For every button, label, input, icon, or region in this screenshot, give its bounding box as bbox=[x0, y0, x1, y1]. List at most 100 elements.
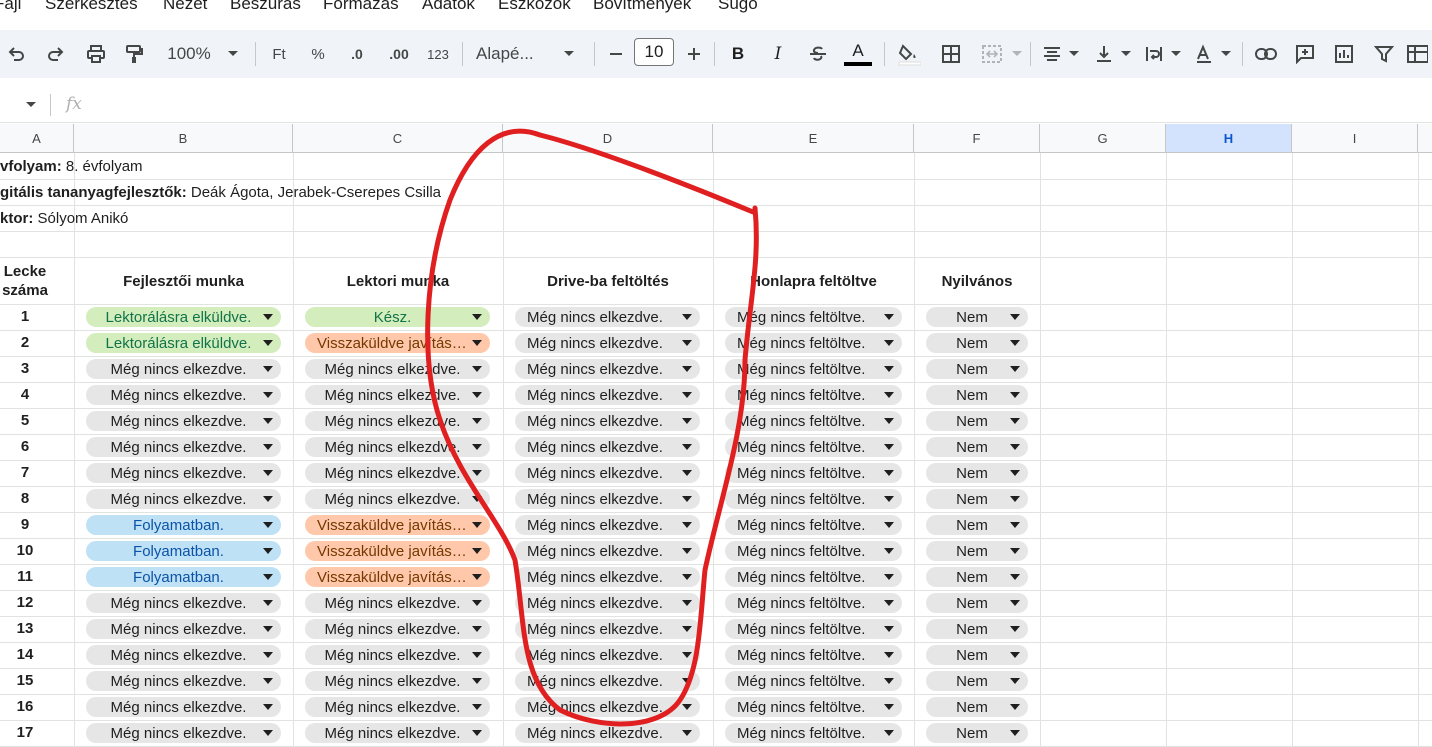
insert-comment-icon[interactable] bbox=[1292, 30, 1318, 78]
currency-format-button[interactable]: Ft bbox=[266, 30, 292, 78]
drive-upload-dropdown-chip[interactable]: Még nincs elkezdve. bbox=[515, 307, 700, 327]
homepage-upload-dropdown-chip[interactable]: Még nincs feltöltve. bbox=[725, 411, 902, 431]
decrease-decimal-button[interactable]: .0 bbox=[342, 30, 372, 78]
homepage-upload-dropdown-chip[interactable]: Még nincs feltöltve. bbox=[725, 671, 902, 691]
homepage-upload-dropdown-chip[interactable]: Még nincs feltöltve. bbox=[725, 567, 902, 587]
public-dropdown-chip[interactable]: Nem bbox=[926, 437, 1028, 457]
text-wrap-icon[interactable] bbox=[1142, 30, 1166, 78]
lector-work-dropdown-chip[interactable]: Még nincs elkezdve. bbox=[305, 723, 490, 743]
vertical-align-icon[interactable] bbox=[1092, 30, 1116, 78]
font-family-select[interactable]: Alapé... bbox=[476, 30, 550, 78]
homepage-upload-dropdown-chip[interactable]: Még nincs feltöltve. bbox=[725, 515, 902, 535]
lector-work-dropdown-chip[interactable]: Visszaküldve javításra. bbox=[305, 515, 490, 535]
menu-view[interactable]: Nézet bbox=[163, 0, 207, 14]
homepage-upload-dropdown-chip[interactable]: Még nincs feltöltve. bbox=[725, 333, 902, 353]
lector-work-dropdown-chip[interactable]: Visszaküldve javításra. bbox=[305, 567, 490, 587]
drive-upload-dropdown-chip[interactable]: Még nincs elkezdve. bbox=[515, 385, 700, 405]
homepage-upload-dropdown-chip[interactable]: Még nincs feltöltve. bbox=[725, 541, 902, 561]
borders-icon[interactable] bbox=[938, 30, 964, 78]
insert-chart-icon[interactable] bbox=[1332, 30, 1356, 78]
column-header-b[interactable]: B bbox=[74, 124, 293, 153]
drive-upload-dropdown-chip[interactable]: Még nincs elkezdve. bbox=[515, 567, 700, 587]
dev-work-dropdown-chip[interactable]: Még nincs elkezdve. bbox=[86, 593, 281, 613]
strikethrough-icon[interactable] bbox=[806, 30, 830, 78]
italic-button[interactable]: I bbox=[768, 30, 788, 78]
dev-work-dropdown-chip[interactable]: Folyamatban. bbox=[86, 541, 281, 561]
menu-extensions[interactable]: Bővítmények bbox=[593, 0, 691, 14]
insert-link-icon[interactable] bbox=[1252, 30, 1280, 78]
homepage-upload-dropdown-chip[interactable]: Még nincs feltöltve. bbox=[725, 489, 902, 509]
dev-work-dropdown-chip[interactable]: Folyamatban. bbox=[86, 515, 281, 535]
dev-work-dropdown-chip[interactable]: Lektorálásra elküldve. bbox=[86, 307, 281, 327]
public-dropdown-chip[interactable]: Nem bbox=[926, 463, 1028, 483]
increase-decimal-button[interactable]: .00 bbox=[382, 30, 416, 78]
text-rotation-icon[interactable] bbox=[1192, 30, 1216, 78]
public-dropdown-chip[interactable]: Nem bbox=[926, 723, 1028, 743]
homepage-upload-dropdown-chip[interactable]: Még nincs feltöltve. bbox=[725, 723, 902, 743]
public-dropdown-chip[interactable]: Nem bbox=[926, 541, 1028, 561]
chevron-down-icon[interactable] bbox=[1220, 30, 1232, 78]
chevron-down-icon[interactable] bbox=[1120, 30, 1132, 78]
public-dropdown-chip[interactable]: Nem bbox=[926, 619, 1028, 639]
column-header-j[interactable] bbox=[1418, 124, 1432, 153]
percent-format-button[interactable]: % bbox=[306, 30, 330, 78]
public-dropdown-chip[interactable]: Nem bbox=[926, 645, 1028, 665]
lector-work-dropdown-chip[interactable]: Még nincs elkezdve. bbox=[305, 411, 490, 431]
name-box-dropdown-icon[interactable] bbox=[26, 102, 36, 107]
drive-upload-dropdown-chip[interactable]: Még nincs elkezdve. bbox=[515, 593, 700, 613]
lector-work-dropdown-chip[interactable]: Még nincs elkezdve. bbox=[305, 437, 490, 457]
dev-work-dropdown-chip[interactable]: Még nincs elkezdve. bbox=[86, 697, 281, 717]
column-header-g[interactable]: G bbox=[1040, 124, 1166, 153]
homepage-upload-dropdown-chip[interactable]: Még nincs feltöltve. bbox=[725, 619, 902, 639]
public-dropdown-chip[interactable]: Nem bbox=[926, 333, 1028, 353]
table-view-icon[interactable] bbox=[1406, 30, 1432, 78]
bold-button[interactable]: B bbox=[728, 30, 748, 78]
drive-upload-dropdown-chip[interactable]: Még nincs elkezdve. bbox=[515, 723, 700, 743]
chevron-down-icon[interactable] bbox=[1068, 30, 1080, 78]
column-header-e[interactable]: E bbox=[713, 124, 914, 153]
lector-work-dropdown-chip[interactable]: Még nincs elkezdve. bbox=[305, 385, 490, 405]
chevron-down-icon[interactable] bbox=[1170, 30, 1182, 78]
drive-upload-dropdown-chip[interactable]: Még nincs elkezdve. bbox=[515, 333, 700, 353]
fill-color-icon[interactable] bbox=[894, 30, 924, 78]
public-dropdown-chip[interactable]: Nem bbox=[926, 697, 1028, 717]
lector-work-dropdown-chip[interactable]: Még nincs elkezdve. bbox=[305, 619, 490, 639]
drive-upload-dropdown-chip[interactable]: Még nincs elkezdve. bbox=[515, 645, 700, 665]
increase-font-size-icon[interactable] bbox=[684, 30, 704, 78]
menu-file[interactable]: Fájl bbox=[0, 0, 21, 14]
zoom-select[interactable]: 100% bbox=[160, 30, 218, 78]
dev-work-dropdown-chip[interactable]: Még nincs elkezdve. bbox=[86, 463, 281, 483]
dev-work-dropdown-chip[interactable]: Még nincs elkezdve. bbox=[86, 671, 281, 691]
column-header-i[interactable]: I bbox=[1292, 124, 1418, 153]
print-icon[interactable] bbox=[84, 30, 108, 78]
public-dropdown-chip[interactable]: Nem bbox=[926, 567, 1028, 587]
lector-work-dropdown-chip[interactable]: Még nincs elkezdve. bbox=[305, 645, 490, 665]
homepage-upload-dropdown-chip[interactable]: Még nincs feltöltve. bbox=[725, 437, 902, 457]
dev-work-dropdown-chip[interactable]: Még nincs elkezdve. bbox=[86, 723, 281, 743]
drive-upload-dropdown-chip[interactable]: Még nincs elkezdve. bbox=[515, 541, 700, 561]
menu-data[interactable]: Adatok bbox=[422, 0, 475, 14]
lector-work-dropdown-chip[interactable]: Még nincs elkezdve. bbox=[305, 593, 490, 613]
chevron-down-icon[interactable] bbox=[226, 30, 240, 78]
public-dropdown-chip[interactable]: Nem bbox=[926, 411, 1028, 431]
drive-upload-dropdown-chip[interactable]: Még nincs elkezdve. bbox=[515, 671, 700, 691]
homepage-upload-dropdown-chip[interactable]: Még nincs feltöltve. bbox=[725, 385, 902, 405]
redo-icon[interactable] bbox=[44, 30, 68, 78]
public-dropdown-chip[interactable]: Nem bbox=[926, 671, 1028, 691]
filter-icon[interactable] bbox=[1372, 30, 1396, 78]
dev-work-dropdown-chip[interactable]: Még nincs elkezdve. bbox=[86, 359, 281, 379]
menu-tools[interactable]: Eszközök bbox=[498, 0, 571, 14]
paint-format-icon[interactable] bbox=[122, 30, 146, 78]
drive-upload-dropdown-chip[interactable]: Még nincs elkezdve. bbox=[515, 619, 700, 639]
merge-cells-icon[interactable] bbox=[978, 30, 1006, 78]
homepage-upload-dropdown-chip[interactable]: Még nincs feltöltve. bbox=[725, 645, 902, 665]
dev-work-dropdown-chip[interactable]: Még nincs elkezdve. bbox=[86, 619, 281, 639]
dev-work-dropdown-chip[interactable]: Még nincs elkezdve. bbox=[86, 437, 281, 457]
chevron-down-icon[interactable] bbox=[1010, 30, 1024, 78]
menu-format[interactable]: Formázás bbox=[323, 0, 399, 14]
dev-work-dropdown-chip[interactable]: Még nincs elkezdve. bbox=[86, 489, 281, 509]
homepage-upload-dropdown-chip[interactable]: Még nincs feltöltve. bbox=[725, 697, 902, 717]
horizontal-align-icon[interactable] bbox=[1040, 30, 1064, 78]
menu-help[interactable]: Súgó bbox=[718, 0, 758, 14]
menu-insert[interactable]: Beszúrás bbox=[230, 0, 301, 14]
